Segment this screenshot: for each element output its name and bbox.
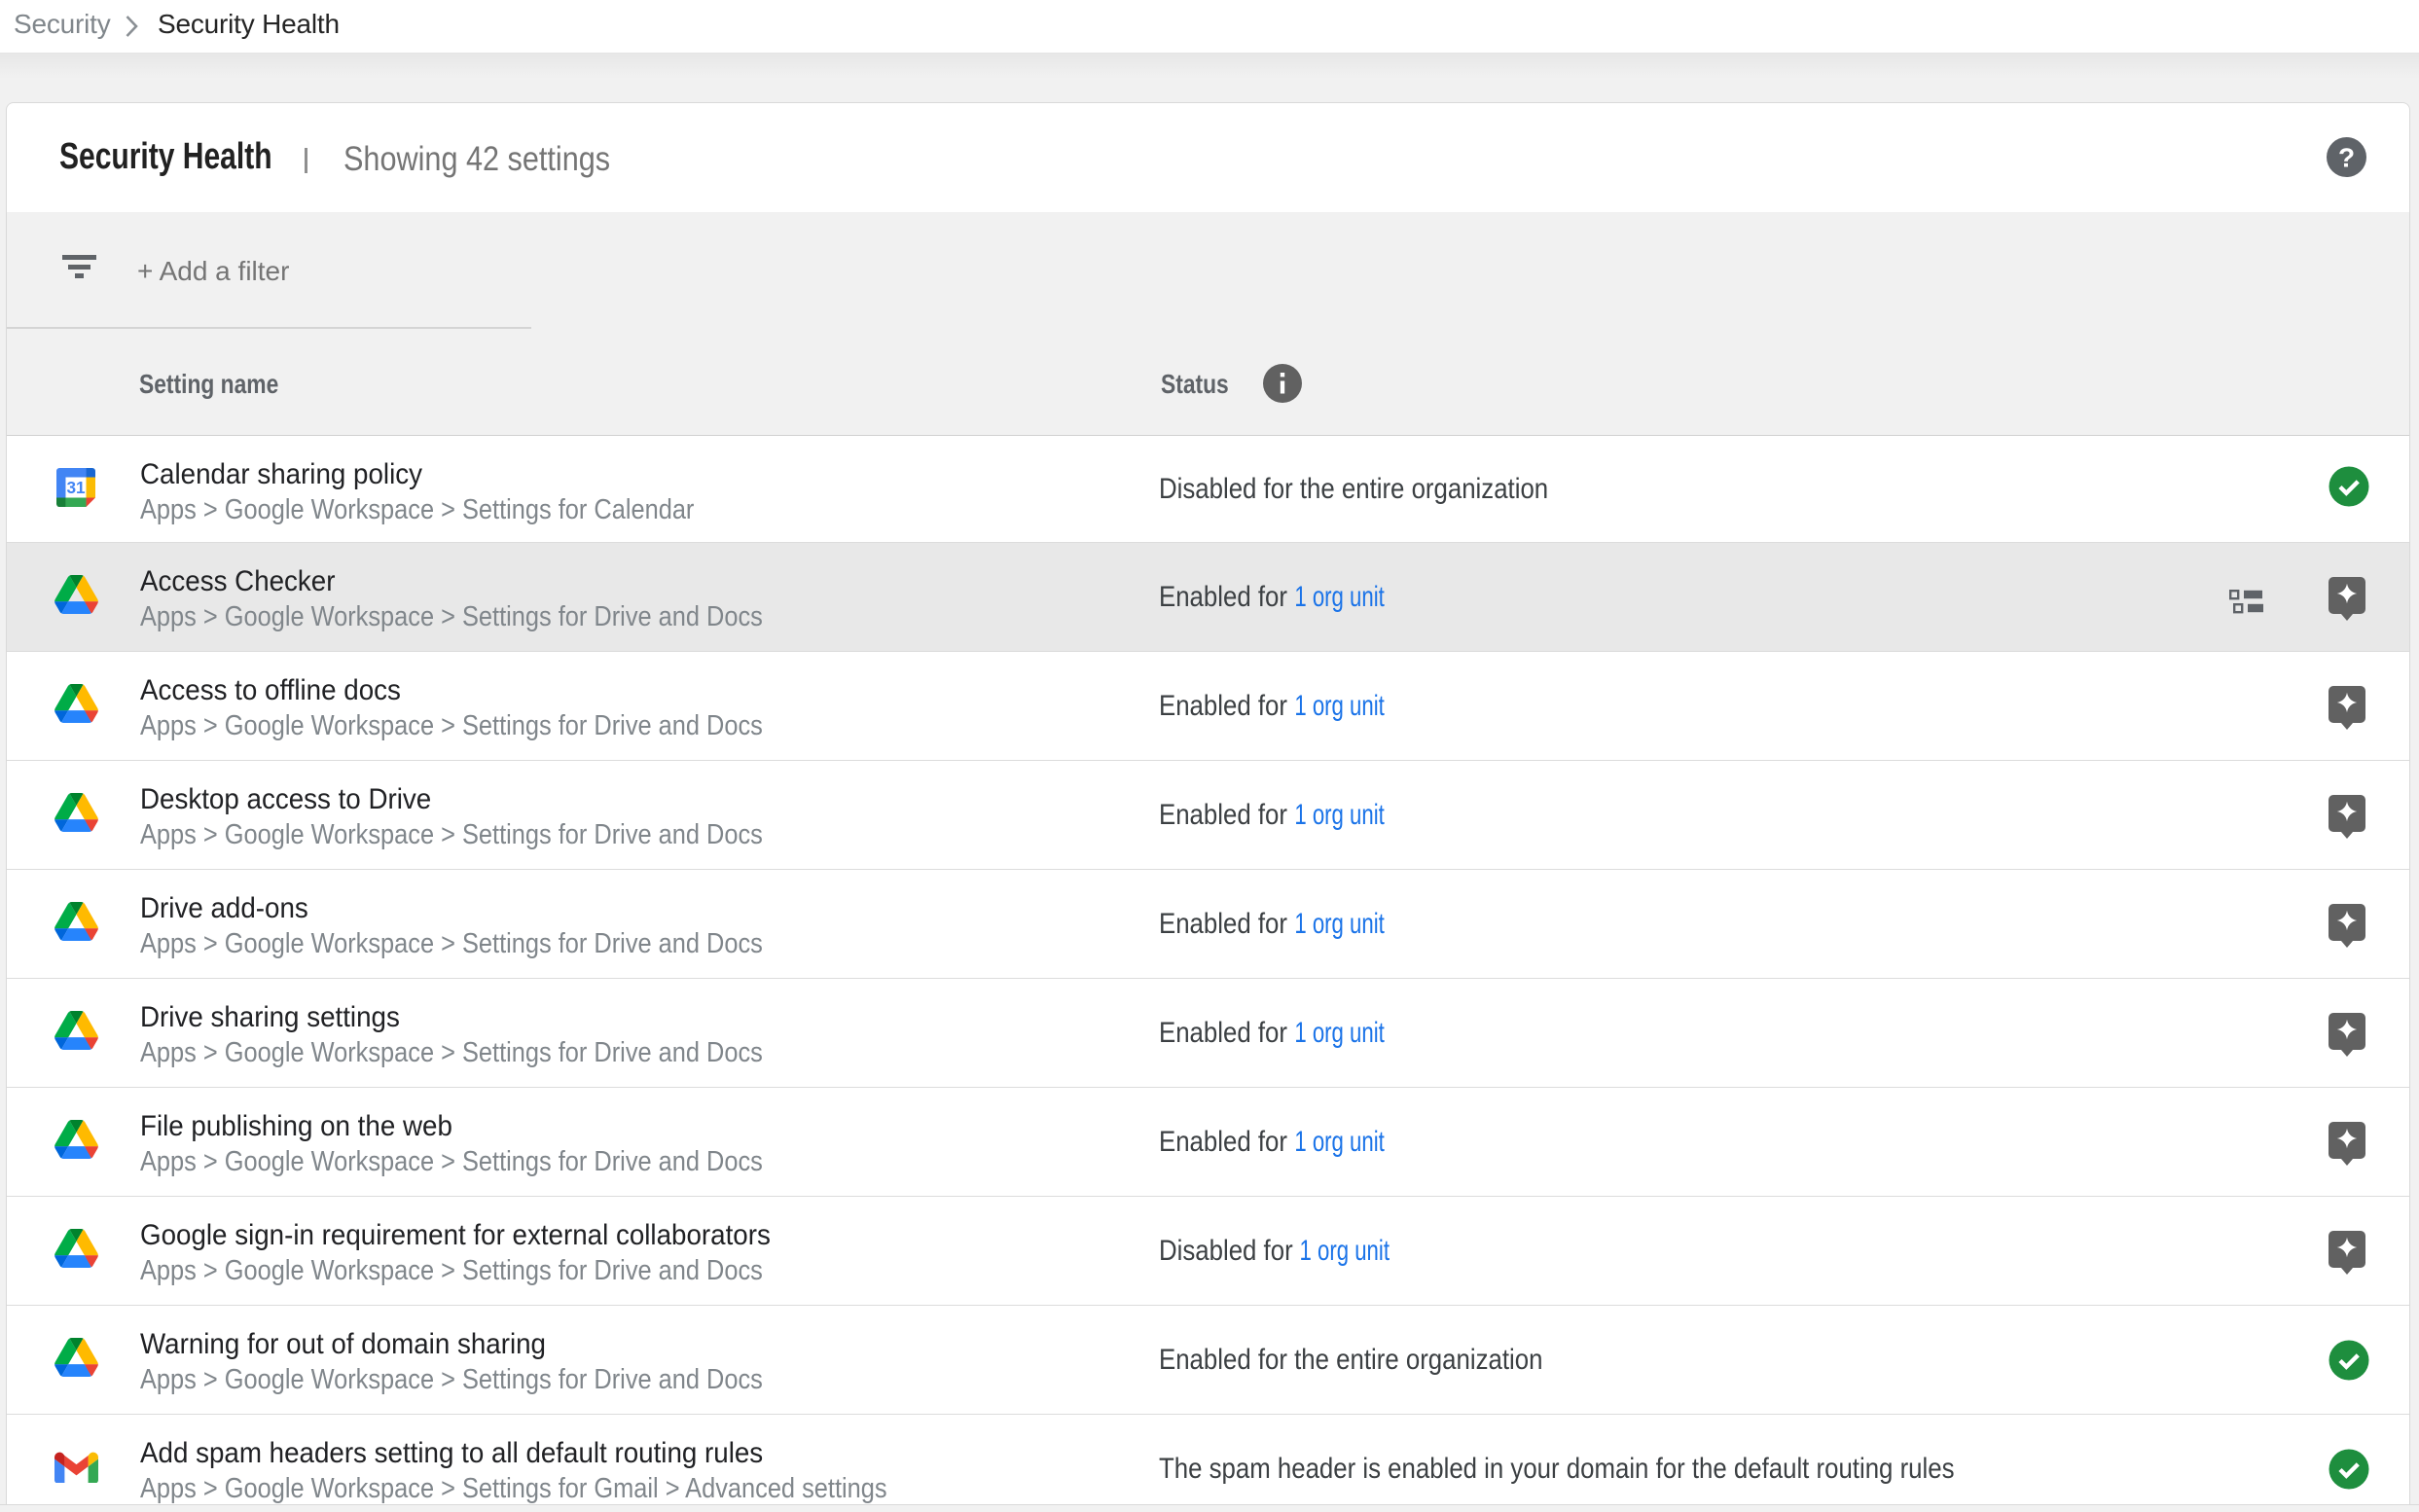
svg-text:31: 31: [66, 478, 86, 497]
svg-text:?: ?: [2338, 143, 2355, 173]
